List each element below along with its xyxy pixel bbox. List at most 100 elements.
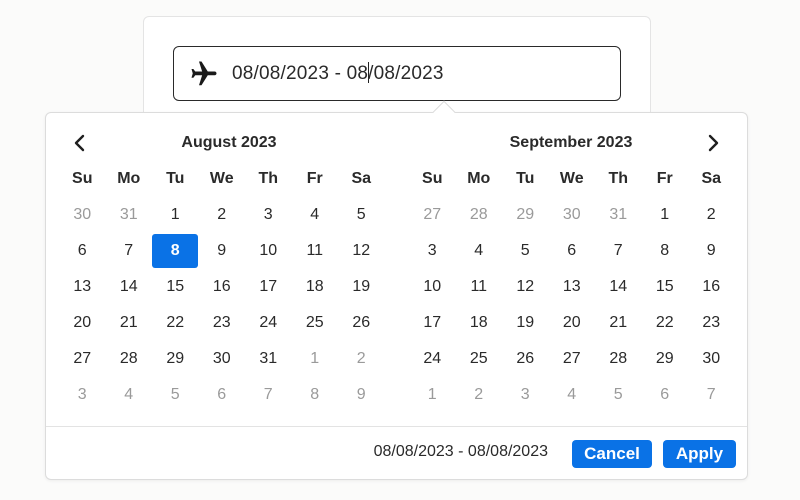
day-cell[interactable]: 2 xyxy=(199,197,246,233)
day-cell[interactable]: 15 xyxy=(642,269,689,305)
day-cell-outside-month[interactable]: 1 xyxy=(409,377,456,413)
day-cell[interactable]: 6 xyxy=(549,233,596,269)
day-cell[interactable]: 28 xyxy=(106,341,153,377)
day-cell[interactable]: 21 xyxy=(106,305,153,341)
day-cell-selected[interactable]: 8 xyxy=(152,233,199,269)
day-cell-outside-month[interactable]: 5 xyxy=(595,377,642,413)
day-cell[interactable]: 28 xyxy=(595,341,642,377)
day-cell-outside-month[interactable]: 7 xyxy=(688,377,735,413)
day-cell[interactable]: 17 xyxy=(409,305,456,341)
day-number: 4 xyxy=(474,242,484,259)
day-cell[interactable]: 19 xyxy=(502,305,549,341)
date-range-input[interactable]: 08/08/2023 - 08/08/2023 xyxy=(173,46,621,101)
day-cell-outside-month[interactable]: 9 xyxy=(338,377,385,413)
day-cell[interactable]: 20 xyxy=(59,305,106,341)
day-cell[interactable]: 29 xyxy=(642,341,689,377)
day-cell[interactable]: 15 xyxy=(152,269,199,305)
day-cell[interactable]: 23 xyxy=(688,305,735,341)
day-cell[interactable]: 9 xyxy=(688,233,735,269)
day-cell[interactable]: 12 xyxy=(338,233,385,269)
day-cell[interactable]: 18 xyxy=(456,305,503,341)
day-cell-outside-month[interactable]: 3 xyxy=(502,377,549,413)
day-cell[interactable]: 8 xyxy=(642,233,689,269)
day-number: 27 xyxy=(562,350,581,367)
day-cell-outside-month[interactable]: 30 xyxy=(59,197,106,233)
day-cell[interactable]: 21 xyxy=(595,305,642,341)
day-cell[interactable]: 16 xyxy=(199,269,246,305)
day-cell[interactable]: 11 xyxy=(456,269,503,305)
day-cell-outside-month[interactable]: 30 xyxy=(549,197,596,233)
day-number: 30 xyxy=(73,206,92,223)
day-cell-outside-month[interactable]: 31 xyxy=(595,197,642,233)
day-number: 7 xyxy=(613,242,623,259)
day-cell[interactable]: 2 xyxy=(688,197,735,233)
day-cell-outside-month[interactable]: 1 xyxy=(292,341,339,377)
day-cell-outside-month[interactable]: 2 xyxy=(456,377,503,413)
day-number: 3 xyxy=(520,386,530,403)
day-cell-outside-month[interactable]: 6 xyxy=(642,377,689,413)
day-cell[interactable]: 3 xyxy=(245,197,292,233)
day-cell[interactable]: 18 xyxy=(292,269,339,305)
day-cell-outside-month[interactable]: 7 xyxy=(245,377,292,413)
day-cell[interactable]: 4 xyxy=(456,233,503,269)
day-cell[interactable]: 16 xyxy=(688,269,735,305)
cancel-button[interactable]: Cancel xyxy=(572,440,652,468)
apply-button[interactable]: Apply xyxy=(663,440,736,468)
day-cell[interactable]: 6 xyxy=(59,233,106,269)
day-number: 25 xyxy=(469,350,488,367)
day-cell[interactable]: 24 xyxy=(409,341,456,377)
day-cell[interactable]: 26 xyxy=(338,305,385,341)
day-cell[interactable]: 1 xyxy=(152,197,199,233)
day-cell[interactable]: 25 xyxy=(292,305,339,341)
day-cell[interactable]: 14 xyxy=(595,269,642,305)
day-cell[interactable]: 5 xyxy=(338,197,385,233)
day-cell[interactable]: 10 xyxy=(245,233,292,269)
day-number: 3 xyxy=(427,242,437,259)
day-cell[interactable]: 31 xyxy=(245,341,292,377)
day-cell[interactable]: 5 xyxy=(502,233,549,269)
day-cell-outside-month[interactable]: 31 xyxy=(106,197,153,233)
day-cell[interactable]: 30 xyxy=(199,341,246,377)
day-cell[interactable]: 29 xyxy=(152,341,199,377)
day-cell-outside-month[interactable]: 2 xyxy=(338,341,385,377)
day-number: 18 xyxy=(305,278,324,295)
day-cell[interactable]: 4 xyxy=(292,197,339,233)
day-cell[interactable]: 26 xyxy=(502,341,549,377)
day-cell[interactable]: 1 xyxy=(642,197,689,233)
day-cell-outside-month[interactable]: 3 xyxy=(59,377,106,413)
day-cell-outside-month[interactable]: 4 xyxy=(549,377,596,413)
day-number: 5 xyxy=(356,206,366,223)
day-cell-outside-month[interactable]: 8 xyxy=(292,377,339,413)
day-cell[interactable]: 25 xyxy=(456,341,503,377)
day-cell[interactable]: 23 xyxy=(199,305,246,341)
day-cell[interactable]: 10 xyxy=(409,269,456,305)
day-cell[interactable]: 3 xyxy=(409,233,456,269)
day-cell[interactable]: 27 xyxy=(549,341,596,377)
day-cell[interactable]: 22 xyxy=(642,305,689,341)
day-cell[interactable]: 22 xyxy=(152,305,199,341)
day-cell[interactable]: 13 xyxy=(549,269,596,305)
day-cell[interactable]: 11 xyxy=(292,233,339,269)
day-cell[interactable]: 7 xyxy=(106,233,153,269)
day-cell-outside-month[interactable]: 4 xyxy=(106,377,153,413)
day-cell[interactable]: 30 xyxy=(688,341,735,377)
day-number: 29 xyxy=(655,350,674,367)
day-cell[interactable]: 7 xyxy=(595,233,642,269)
day-number: 31 xyxy=(259,350,278,367)
day-cell[interactable]: 17 xyxy=(245,269,292,305)
day-cell[interactable]: 14 xyxy=(106,269,153,305)
day-cell[interactable]: 19 xyxy=(338,269,385,305)
day-cell[interactable]: 27 xyxy=(59,341,106,377)
day-cell-outside-month[interactable]: 28 xyxy=(456,197,503,233)
day-number: 5 xyxy=(613,386,623,403)
day-cell-outside-month[interactable]: 29 xyxy=(502,197,549,233)
day-cell[interactable]: 13 xyxy=(59,269,106,305)
day-cell-outside-month[interactable]: 6 xyxy=(199,377,246,413)
day-cell[interactable]: 24 xyxy=(245,305,292,341)
day-cell-outside-month[interactable]: 27 xyxy=(409,197,456,233)
day-cell-outside-month[interactable]: 5 xyxy=(152,377,199,413)
day-cell[interactable]: 9 xyxy=(199,233,246,269)
day-cell[interactable]: 12 xyxy=(502,269,549,305)
day-number: 25 xyxy=(305,314,324,331)
day-cell[interactable]: 20 xyxy=(549,305,596,341)
